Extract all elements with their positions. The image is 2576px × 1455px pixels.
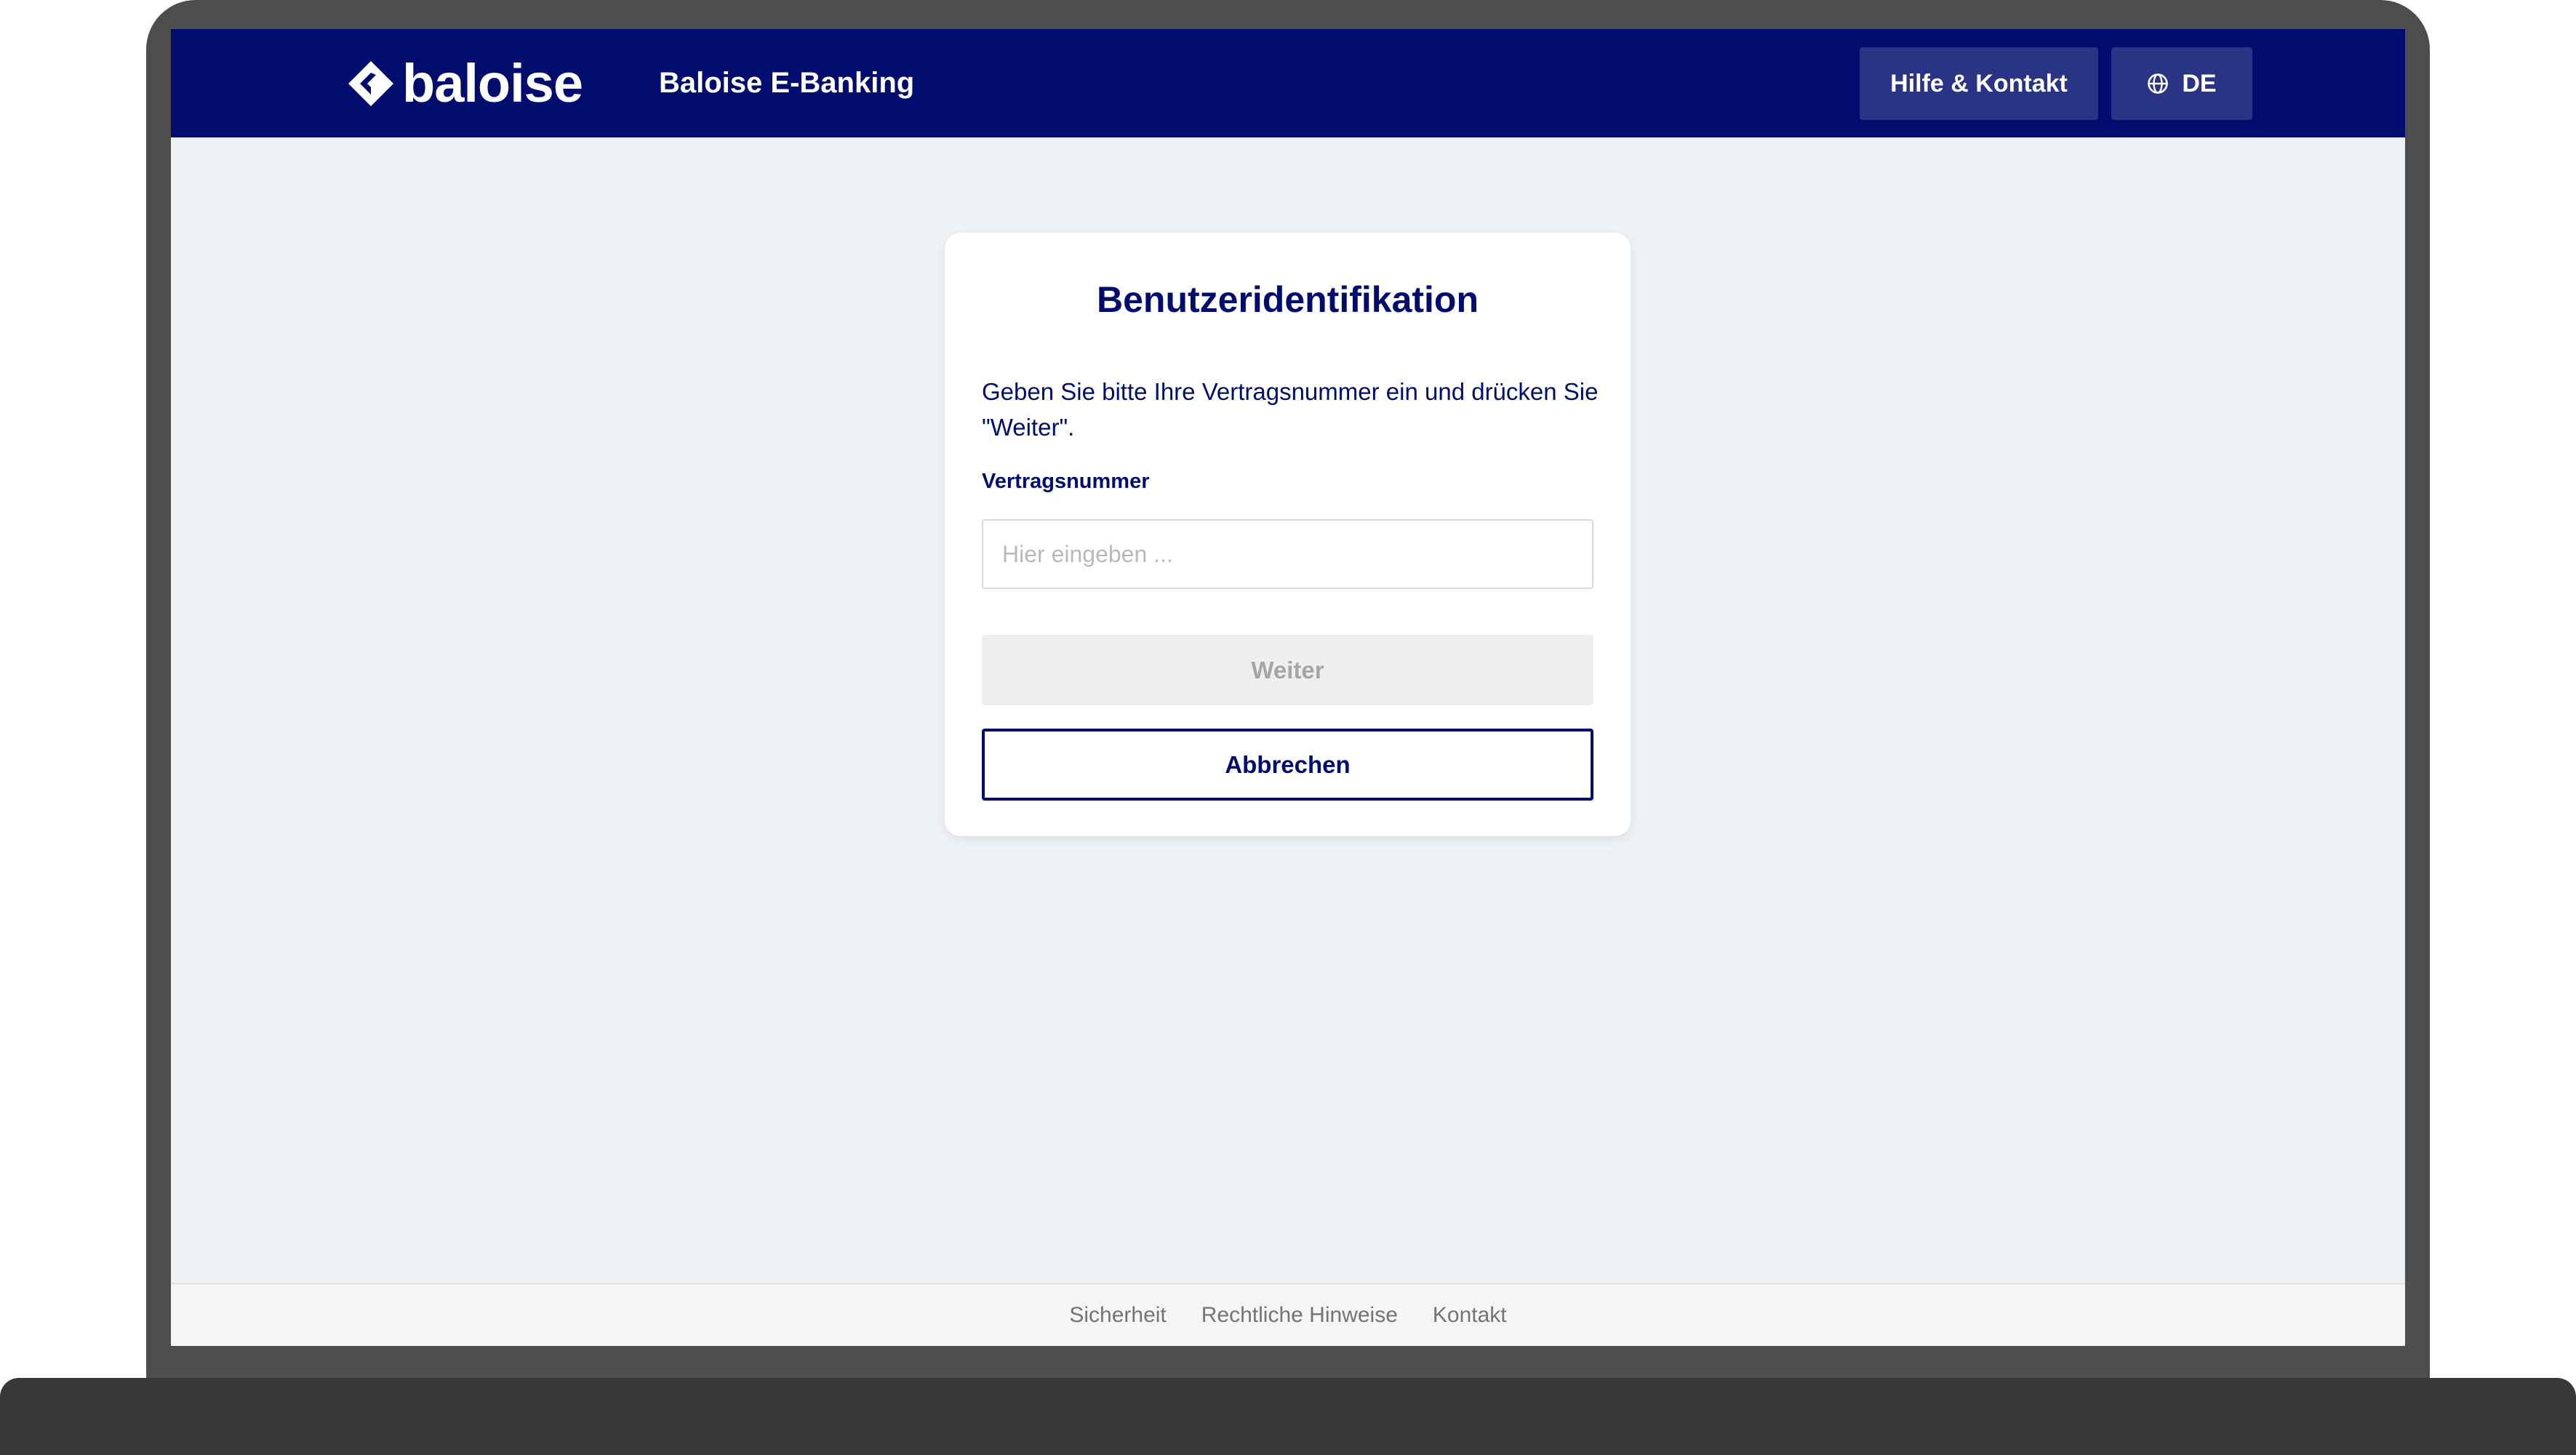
brand-name: baloise [402,53,583,113]
app-title: Baloise E-Banking [659,67,915,99]
next-button-label: Weiter [1251,656,1324,684]
instruction-text: Geben Sie bitte Ihre Vertragsnummer ein … [982,378,1599,441]
page-title: Benutzeridentifikation [1096,279,1479,320]
login-card: Benutzeridentifikation Geben Sie bitte I… [945,233,1631,836]
footer: Sicherheit Rechtliche Hinweise Kontakt [171,1283,2405,1346]
baloise-logo[interactable]: baloise [347,57,583,111]
browser-screen: baloise Baloise E-Banking Hilfe & Kontak… [171,29,2405,1346]
footer-link-legal[interactable]: Rechtliche Hinweise [1201,1303,1398,1328]
baloise-diamond-logo-icon [348,61,393,106]
next-button[interactable]: Weiter [982,635,1593,705]
language-switcher-button[interactable]: DE [2111,47,2252,120]
cancel-button[interactable]: Abbrechen [982,729,1593,801]
laptop-base [0,1378,2576,1455]
globe-icon [2148,73,2169,94]
top-header: baloise Baloise E-Banking Hilfe & Kontak… [171,29,2405,137]
contract-number-label: Vertragsnummer [982,470,1150,493]
footer-link-security[interactable]: Sicherheit [1069,1303,1166,1328]
help-contact-label: Hilfe & Kontakt [1890,69,2068,97]
footer-link-contact[interactable]: Kontakt [1433,1303,1507,1328]
help-contact-button[interactable]: Hilfe & Kontakt [1860,47,2098,120]
language-label: DE [2182,69,2217,97]
contract-number-input[interactable] [982,519,1593,589]
cancel-button-label: Abbrechen [1225,750,1351,778]
